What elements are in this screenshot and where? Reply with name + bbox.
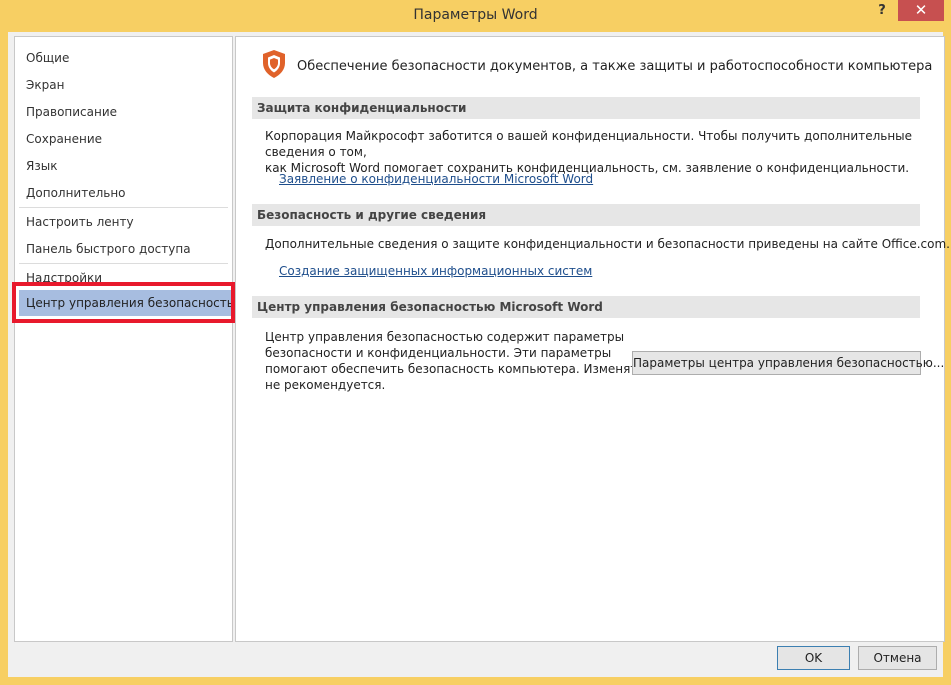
sidebar-divider [19,207,228,208]
sidebar-item-display[interactable]: Экран [26,78,64,92]
word-options-window: Параметры Word ? ✕ Общие Экран Правописа… [0,0,951,685]
sidebar-item-general[interactable]: Общие [26,51,69,65]
sidebar-item-save[interactable]: Сохранение [26,132,102,146]
trust-center-settings-button[interactable]: Параметры центра управления безопасность… [632,351,944,375]
section-title: Защита конфиденциальности [257,101,467,115]
secure-systems-link[interactable]: Создание защищенных информационных систе… [279,264,592,278]
section-title: Безопасность и другие сведения [257,208,487,222]
categories-sidebar: Общие Экран Правописание Сохранение Язык… [12,36,244,642]
ok-button[interactable]: OK [777,646,850,670]
dialog-body: Общие Экран Правописание Сохранение Язык… [8,32,950,677]
page-title: Обеспечение безопасности документов, а т… [297,59,933,74]
sidebar-item-language[interactable]: Язык [26,159,57,173]
trust-center-description: Центр управления безопасностью содержит … [265,329,663,393]
trust-center-text-line: помогают обеспечить безопасность компьют… [265,362,664,376]
privacy-text-line: Корпорация Майкрософт заботится о вашей … [265,129,913,159]
selection-highlight-frame [12,282,235,323]
title-bar[interactable]: Параметры Word ? ✕ [0,0,951,32]
privacy-statement-link[interactable]: Заявление о конфиденциальности Microsoft… [279,172,593,186]
help-button[interactable]: ? [868,3,896,21]
security-description: Дополнительные сведения о защите конфиде… [265,237,950,251]
trust-center-text-line: безопасности и конфиденциальности. Эти п… [265,346,612,360]
trust-center-text-line: Центр управления безопасностью содержит … [265,330,625,344]
window-title: Параметры Word [413,7,538,23]
sidebar-divider [19,263,228,264]
sidebar-item-proofing[interactable]: Правописание [26,105,117,119]
shield-icon [263,50,285,78]
security-section-header: Безопасность и другие сведения [252,204,920,226]
trust-center-section-header: Центр управления безопасностью Microsoft… [252,296,920,318]
sidebar-item-quick-access-toolbar[interactable]: Панель быстрого доступа [26,242,191,256]
sidebar-item-customize-ribbon[interactable]: Настроить ленту [26,215,134,229]
trust-center-text-line: не рекомендуется. [265,378,386,392]
privacy-section-header: Защита конфиденциальности [252,97,920,119]
section-title: Центр управления безопасностью Microsoft… [257,300,603,314]
close-button[interactable]: ✕ [898,0,944,21]
privacy-description: Корпорация Майкрософт заботится о вашей … [265,128,944,176]
cancel-button[interactable]: Отмена [858,646,937,670]
close-icon: ✕ [914,1,928,19]
sidebar-item-advanced[interactable]: Дополнительно [26,186,126,200]
trust-center-pane: Обеспечение безопасности документов, а т… [235,36,950,642]
